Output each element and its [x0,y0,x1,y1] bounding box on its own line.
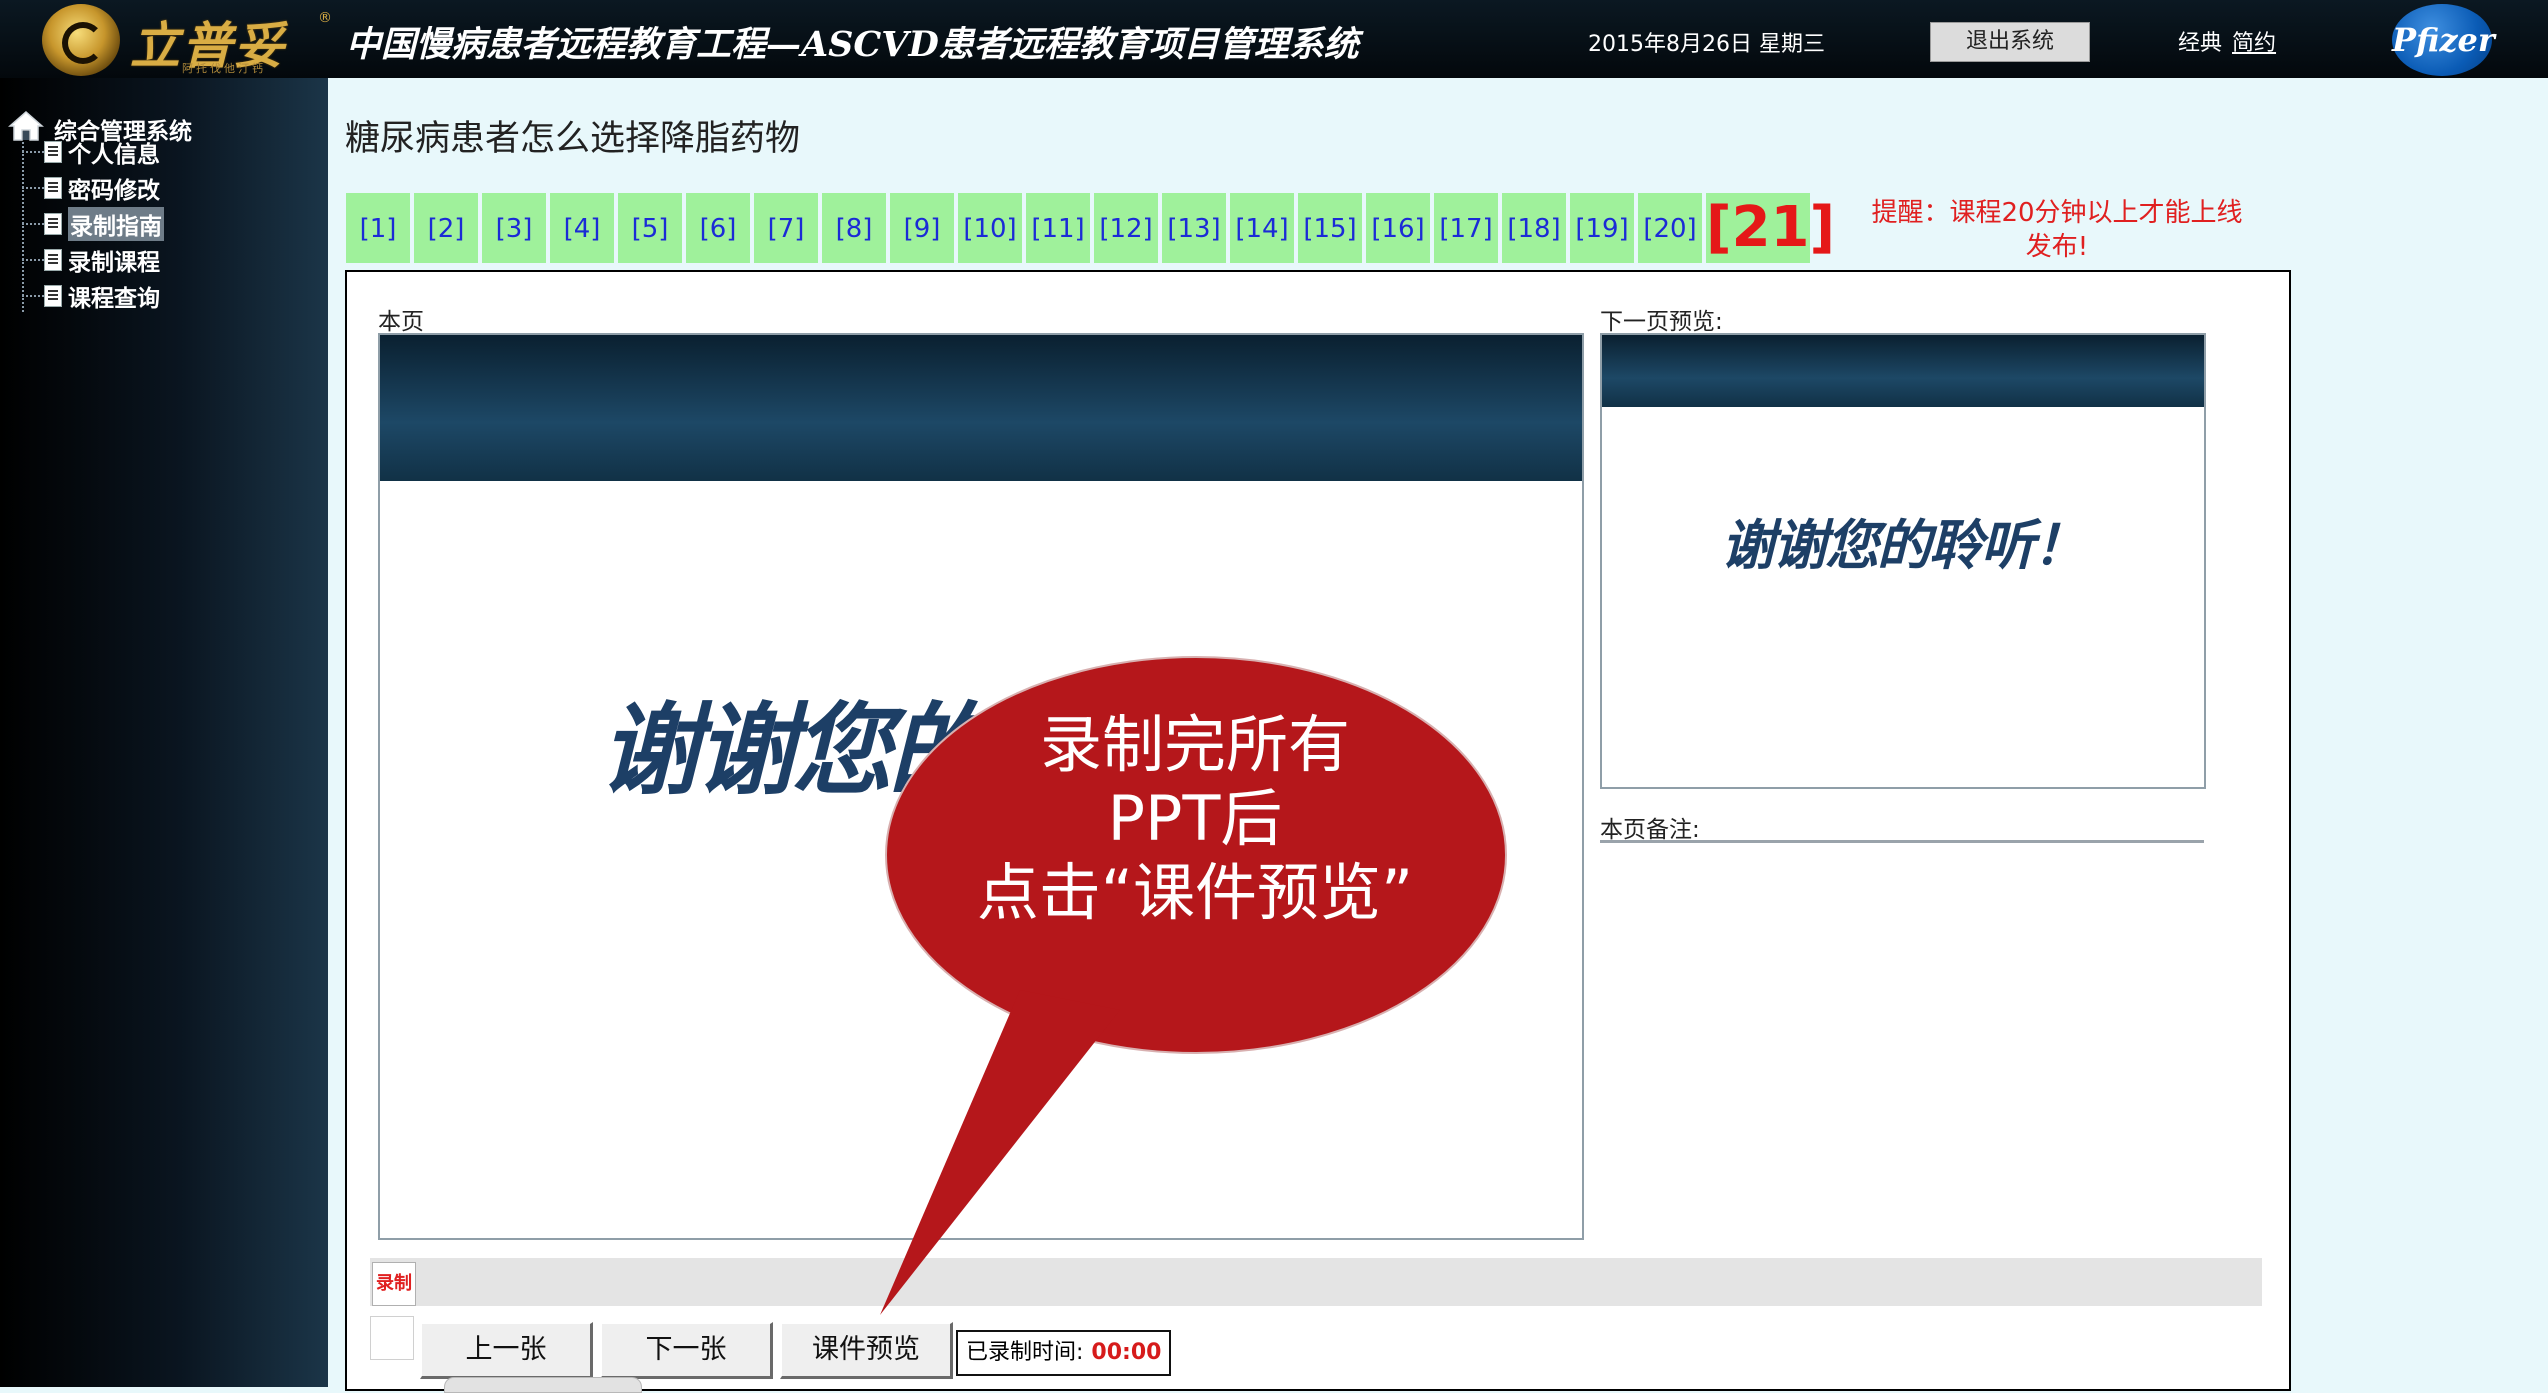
page-button[interactable]: [12] [1094,193,1158,263]
sidebar-item[interactable]: 个人信息 [22,135,160,169]
page-button[interactable]: [2] [414,193,478,263]
next-slide-text: 谢谢您的聆听！ [1721,514,2087,577]
page-button[interactable]: [15] [1298,193,1362,263]
next-slide-preview: 谢谢您的聆听！ [1600,333,2206,789]
logout-button[interactable]: 退出系统 [1930,22,2090,62]
document-icon [44,141,62,163]
lipitor-logo-subtitle: 阿托伐他汀钙 [182,62,266,75]
recorded-time: 已录制时间: 00:00 [956,1330,1172,1376]
registered-mark: ® [318,10,332,26]
page-button[interactable]: [18] [1502,193,1566,263]
sidebar-item-label[interactable]: 录制指南 [68,207,164,241]
page-button[interactable]: [21] [1706,193,1835,263]
page-button[interactable]: [16] [1366,193,1430,263]
sidebar-item-label[interactable]: 录制课程 [68,243,160,277]
tree-branch [22,223,44,225]
tree-branch [22,259,44,261]
top-header: 立普妥 ® 阿托伐他汀钙 中国慢病患者远程教育工程—ASCVD患者远程教育项目管… [0,0,2548,78]
slide-pager: [1] [2] [3] [4] [5] [6] [7] [8] [9] [10] [11] [12][… [346,193,1835,263]
page-button[interactable]: [9] [890,193,954,263]
sidebar-item[interactable]: 录制课程 [22,243,160,277]
notes-field[interactable] [1600,840,2204,843]
next-slide-label: 下一页预览: [1600,309,1723,335]
recorded-time-value: 00:00 [1091,1340,1162,1365]
lipitor-logo-icon [42,4,120,76]
style-classic-link[interactable]: 经典 [2178,31,2222,56]
callout-text: 录制完所有 PPT后 点击“课件预览” [900,708,1490,930]
pfizer-logo: Pfizer [2392,4,2495,76]
record-button[interactable]: 录制 [372,1262,416,1306]
page-button[interactable]: [5] [618,193,682,263]
page-button[interactable]: [14] [1230,193,1294,263]
page-button[interactable]: [7] [754,193,818,263]
slide-header-band [1602,335,2204,407]
document-icon [44,285,62,307]
record-status-box [370,1316,414,1360]
prev-slide-button[interactable]: 上一张 [420,1322,593,1379]
system-title: 中国慢病患者远程教育工程—ASCVD患者远程教育项目管理系统 [346,24,1359,65]
sidebar-item[interactable]: 密码修改 [22,171,160,205]
style-switch: 经典 简约 [2178,25,2286,57]
sidebar-item[interactable]: 课程查询 [22,279,160,313]
style-simple-link[interactable]: 简约 [2232,31,2276,56]
current-date: 2015年8月26日 星期三 [1588,32,1825,57]
recorded-time-label: 已录制时间: [966,1340,1084,1365]
slide-header-band [380,335,1582,481]
bottom-tab [444,1377,642,1393]
page-button[interactable]: [13] [1162,193,1226,263]
course-title: 糖尿病患者怎么选择降脂药物 [345,119,801,159]
page-button[interactable]: [11] [1026,193,1090,263]
sidebar-item-label[interactable]: 密码修改 [68,171,160,205]
publish-reminder: 提醒：课程20分钟以上才能上线发布! [1871,198,2243,262]
sidebar-item[interactable]: 录制指南 [22,207,164,241]
tree-branch [22,187,44,189]
page-button[interactable]: [6] [686,193,750,263]
sidebar-item-label[interactable]: 课程查询 [68,279,160,313]
sidebar-item-label[interactable]: 个人信息 [68,135,160,169]
page-button[interactable]: [10] [958,193,1022,263]
page-button[interactable]: [17] [1434,193,1498,263]
page-button[interactable]: [8] [822,193,886,263]
tree-branch [22,151,44,153]
page-button[interactable]: [20] [1638,193,1702,263]
callout-line: 录制完所有 [1039,708,1350,781]
document-icon [44,249,62,271]
page-button[interactable]: [19] [1570,193,1634,263]
tree-branch [22,295,44,297]
callout-line: PPT后 [1107,782,1283,855]
courseware-preview-button[interactable]: 课件预览 [780,1322,953,1379]
notes-label: 本页备注: [1600,817,1700,843]
next-slide-button[interactable]: 下一张 [600,1322,773,1379]
current-slide-label: 本页 [378,309,424,335]
document-icon [44,177,62,199]
document-icon [44,213,62,235]
callout-line: 点击“课件预览” [976,856,1414,929]
page-button[interactable]: [3] [482,193,546,263]
page-button[interactable]: [1] [346,193,410,263]
page-button[interactable]: [4] [550,193,614,263]
